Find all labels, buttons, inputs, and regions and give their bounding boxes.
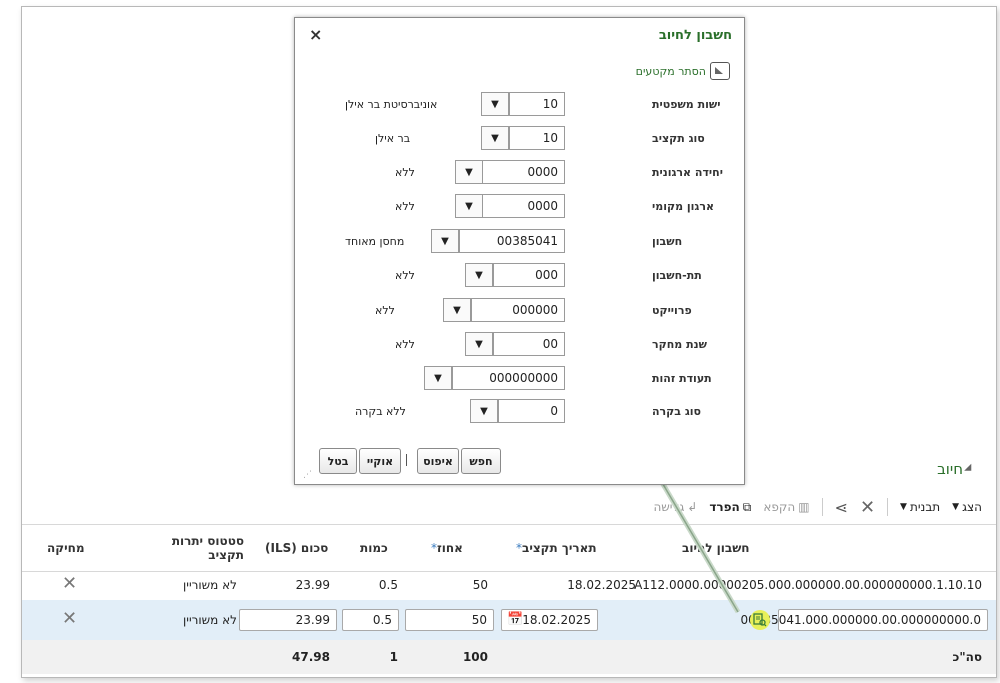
field-id-number: תעודת זהות 000000000 ▼	[295, 366, 744, 390]
research-year-dropdown[interactable]: ▼	[465, 332, 493, 356]
project-input[interactable]: 000000	[471, 298, 565, 322]
control-type-input[interactable]: 0	[498, 399, 565, 423]
button-separator	[406, 454, 407, 466]
control-type-dropdown[interactable]: ▼	[470, 399, 498, 423]
account-dialog: חשבון לחיוב × הסתר מקטעים ישות משפטית 10…	[294, 17, 745, 485]
search-button[interactable]: חפש	[461, 448, 501, 474]
org-unit-input[interactable]: 0000	[481, 160, 565, 184]
field-project: פרוייקט 000000 ▼ ללא	[295, 298, 744, 322]
field-control-type: סוג בקרה 0 ▼ ללא בקרה	[295, 399, 744, 423]
dialog-title: חשבון לחיוב	[658, 28, 732, 43]
account-segment-dropdown[interactable]: ▼	[431, 229, 459, 253]
legal-entity-input[interactable]: 10	[509, 92, 565, 116]
cancel-button[interactable]: בטל	[319, 448, 357, 474]
sub-account-input[interactable]: 000	[493, 263, 565, 287]
legal-entity-dropdown[interactable]: ▼	[481, 92, 509, 116]
resize-handle-icon[interactable]: ⋰	[303, 470, 312, 480]
sub-account-dropdown[interactable]: ▼	[465, 263, 493, 287]
field-budget-type: סוג תקציב 10 ▼ בר אילן	[295, 126, 744, 150]
field-account: חשבון 00385041 ▼ מחסן מאוחד	[295, 229, 744, 253]
hide-segments-icon	[710, 62, 730, 80]
research-year-input[interactable]: 00	[493, 332, 565, 356]
hide-segments-toggle[interactable]: הסתר מקטעים	[636, 62, 730, 80]
org-unit-dropdown[interactable]: ▼	[455, 160, 483, 184]
field-org-unit: יחידה ארגונית 0000 ▼ ללא	[295, 160, 744, 184]
project-dropdown[interactable]: ▼	[443, 298, 471, 322]
local-org-dropdown[interactable]: ▼	[455, 194, 483, 218]
field-research-year: שנת מחקר 00 ▼ ללא	[295, 332, 744, 356]
id-number-dropdown[interactable]: ▼	[424, 366, 452, 390]
field-sub-account: תת-חשבון 000 ▼ ללא	[295, 263, 744, 287]
close-icon[interactable]: ×	[309, 25, 322, 44]
budget-type-dropdown[interactable]: ▼	[481, 126, 509, 150]
id-number-input[interactable]: 000000000	[452, 366, 565, 390]
field-local-org: ארגון מקומי 0000 ▼ ללא	[295, 194, 744, 218]
reset-button[interactable]: איפוס	[417, 448, 459, 474]
field-legal-entity: ישות משפטית 10 ▼ אוניברסיטת בר אילן	[295, 92, 744, 116]
account-segment-input[interactable]: 00385041	[459, 229, 565, 253]
local-org-input[interactable]: 0000	[481, 194, 565, 218]
budget-type-input[interactable]: 10	[509, 126, 565, 150]
ok-button[interactable]: אוקיי	[359, 448, 401, 474]
